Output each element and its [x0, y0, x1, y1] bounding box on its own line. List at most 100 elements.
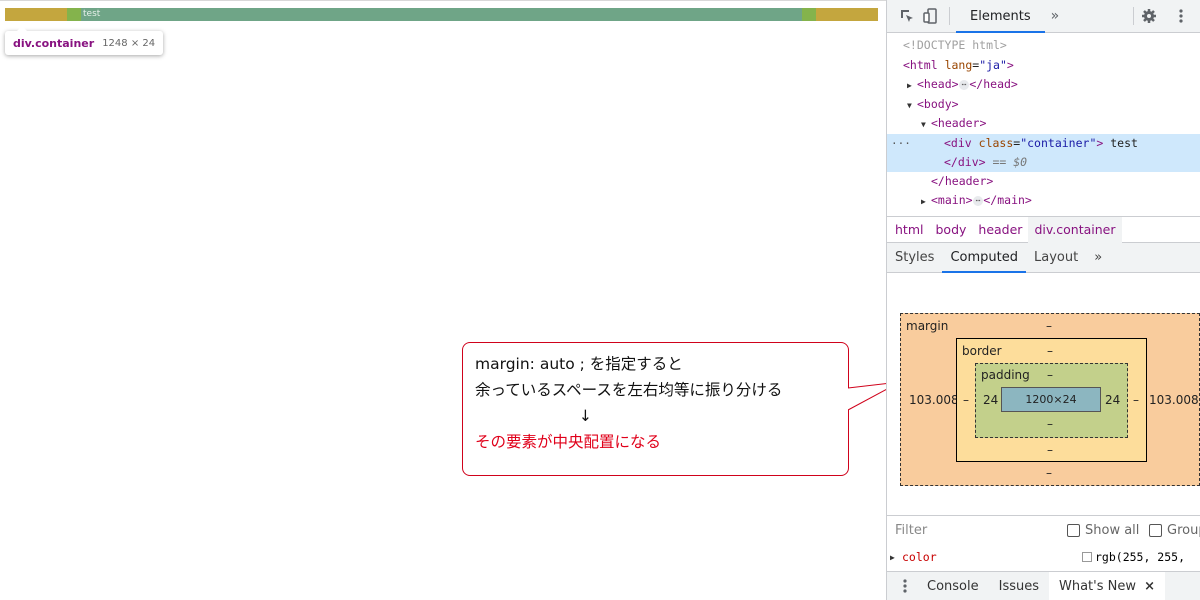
tabbar-separator-right [1133, 7, 1134, 25]
show-all-label: Show all [1085, 523, 1140, 538]
show-all-checkbox[interactable]: Show all [1067, 523, 1139, 538]
element-tooltip: div.container 1248 × 24 [5, 26, 164, 55]
device-toggle-icon[interactable] [919, 4, 943, 28]
tab-elements[interactable]: Elements [956, 0, 1045, 33]
tabbar-separator [949, 7, 950, 25]
collapse-triangle-icon[interactable]: ▼ [907, 96, 917, 116]
dom-node-main[interactable]: ▶ <main> ⋯ </main> [887, 191, 1200, 211]
close-icon[interactable]: × [1144, 579, 1155, 594]
kebab-menu-icon[interactable] [1169, 4, 1193, 28]
callout-line-1: margin: auto ; を指定すると [475, 355, 683, 373]
html-tag-end: > [1006, 57, 1014, 72]
margin-left-value[interactable]: 103.008 [909, 393, 959, 407]
html-attr: lang [944, 57, 973, 72]
tab-styles[interactable]: Styles [887, 243, 942, 273]
drawer-tab-console[interactable]: Console [917, 572, 989, 600]
filter-input[interactable]: Filter [895, 523, 927, 538]
padding-left-value[interactable]: 24 [983, 393, 998, 407]
drawer-tab-issues[interactable]: Issues [989, 572, 1049, 600]
group-label: Group [1167, 523, 1200, 538]
group-checkbox[interactable]: Group [1149, 523, 1200, 538]
page-viewport: test div.container 1248 × 24 margin: aut… [0, 0, 886, 600]
doctype-text: <!DOCTYPE html> [903, 38, 1007, 52]
dom-node-header-close[interactable]: </header> [887, 172, 1200, 192]
body-tag: <body> [917, 96, 959, 111]
dom-node-doctype[interactable]: <!DOCTYPE html> [887, 36, 1200, 56]
collapsed-ellipsis-icon[interactable]: ⋯ [958, 79, 970, 90]
margin-bottom-value[interactable]: – [1046, 466, 1052, 480]
collapsed-ellipsis-icon[interactable]: ⋯ [972, 195, 984, 206]
group-checkbox-box[interactable] [1149, 524, 1162, 537]
breadcrumb-html[interactable]: html [889, 217, 929, 243]
dom-node-html[interactable]: <html lang="ja"> [887, 56, 1200, 76]
breadcrumb-header[interactable]: header [972, 217, 1028, 243]
devtools-tabbar: Elements » [887, 0, 1200, 33]
expand-triangle-icon[interactable]: ▶ [890, 553, 900, 562]
box-model-margin: margin – – 103.008 103.008 border – – – … [900, 313, 1200, 486]
box-model-content[interactable]: 1200×24 [1001, 387, 1101, 412]
property-value-wrap: rgb(255, 255, [1082, 550, 1185, 564]
node-actions-dots-icon[interactable]: ··· [891, 134, 911, 154]
drawer-tab-whats-new[interactable]: What's New × [1049, 571, 1166, 600]
color-swatch[interactable] [1082, 552, 1092, 562]
highlight-margin-left [5, 8, 67, 21]
tooltip-element-size: 1248 × 24 [102, 37, 156, 49]
drawer-kebab-icon[interactable] [893, 574, 917, 598]
expand-triangle-icon[interactable]: ▶ [907, 76, 917, 96]
border-label: border [962, 344, 1002, 358]
box-model-border: border – – – – padding – – 24 24 1200×24 [956, 338, 1147, 462]
dom-node-div-selected[interactable]: ··· <div class="container"> test </div> … [887, 133, 1200, 172]
main-close-tag: </main> [983, 193, 1032, 207]
dom-node-body[interactable]: ▼ <body> [887, 95, 1200, 115]
dom-node-header[interactable]: ▼ <header> [887, 114, 1200, 134]
breadcrumb-body[interactable]: body [929, 217, 972, 243]
computed-property-row[interactable]: ▶ color rgb(255, 255, [887, 545, 1200, 569]
padding-label: padding [981, 368, 1030, 382]
tab-layout[interactable]: Layout [1026, 243, 1086, 273]
viewport-top-border [0, 0, 886, 1]
callout-line-2: 余っているスペースを左右均等に振り分ける [475, 381, 783, 399]
highlight-margin-right [816, 8, 878, 21]
margin-right-value[interactable]: 103.008 [1149, 393, 1199, 407]
border-left-value[interactable]: – [963, 393, 969, 407]
tab-computed[interactable]: Computed [942, 243, 1026, 273]
gear-icon[interactable] [1137, 4, 1161, 28]
html-attr-value: "ja" [979, 57, 1007, 72]
box-model-area: margin – – 103.008 103.008 border – – – … [887, 273, 1200, 515]
head-close-tag: </head> [969, 77, 1018, 91]
property-value: rgb(255, 255, [1095, 550, 1186, 564]
show-all-checkbox-box[interactable] [1067, 524, 1080, 537]
computed-filter-bar: Filter Show all Group [887, 515, 1200, 545]
div-text-node: test [1110, 135, 1138, 150]
border-top-value[interactable]: – [1047, 344, 1053, 358]
header-close-tag: </header> [931, 173, 994, 188]
breadcrumb-div-container[interactable]: div.container [1028, 216, 1122, 243]
padding-top-value[interactable]: – [1047, 368, 1053, 382]
tooltip-element-name: div.container [13, 36, 95, 50]
div-tag: <div [944, 135, 972, 150]
collapse-triangle-icon[interactable]: ▼ [921, 115, 931, 135]
div-close-tag: </div> [944, 154, 986, 169]
expand-triangle-icon[interactable]: ▶ [921, 192, 931, 212]
inspect-icon[interactable] [895, 4, 919, 28]
container-highlight: test [5, 8, 878, 21]
more-subtabs-icon[interactable]: » [1086, 243, 1110, 273]
more-tabs-icon[interactable]: » [1045, 8, 1066, 24]
header-tag: <header> [931, 116, 987, 130]
breadcrumb: html body header div.container [887, 216, 1200, 243]
margin-label: margin [906, 319, 949, 333]
padding-bottom-value[interactable]: – [1047, 417, 1053, 431]
margin-top-value[interactable]: – [1046, 319, 1052, 333]
dom-node-head[interactable]: ▶ <head> ⋯ </head> [887, 75, 1200, 95]
border-right-value[interactable]: – [1133, 393, 1139, 407]
border-bottom-value[interactable]: – [1047, 443, 1053, 457]
callout-line-3: その要素が中央配置になる [475, 433, 662, 451]
devtools-panel: Elements » <!DOCTYPE html> <html lang="j… [886, 0, 1200, 600]
highlight-padding-left [67, 8, 81, 21]
padding-right-value[interactable]: 24 [1105, 393, 1120, 407]
callout-arrow: ↓ [579, 407, 592, 425]
property-name: color [902, 550, 937, 564]
devtools-drawer: Console Issues What's New × [887, 571, 1200, 600]
dom-tree: <!DOCTYPE html> <html lang="ja"> ▶ <head>… [887, 33, 1200, 216]
highlight-content: test [81, 8, 802, 21]
